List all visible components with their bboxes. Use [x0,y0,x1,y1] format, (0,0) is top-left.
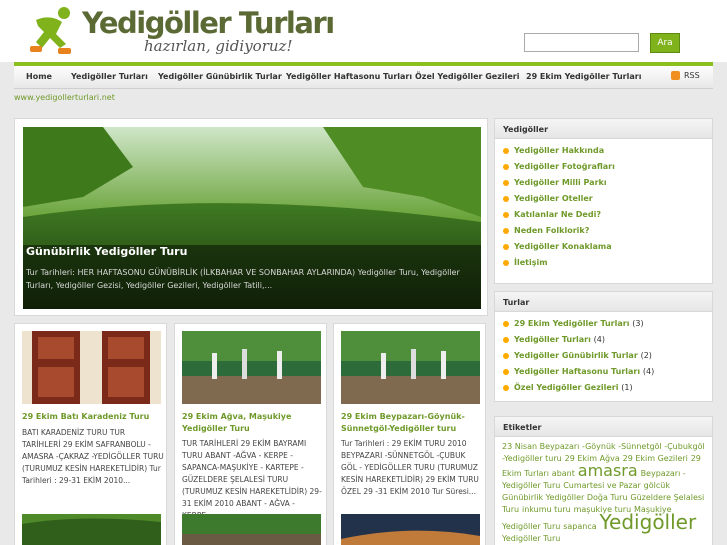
site-logo[interactable]: Yedigöller Turları hazırlan, gidiyoruz! [24,2,335,60]
bullet-icon [503,164,509,170]
nav-gunubirlik[interactable]: Yedigöller Günübirlik Turlar [158,72,282,81]
main-nav: Home Yedigöller Turları Yedigöller Günüb… [14,62,713,89]
tag-link[interactable]: abant [552,469,575,478]
sidebar-box-etiketler: Etiketler 23 Nisan Beypazarı -Göynük -Sü… [494,416,713,545]
rss-icon[interactable] [671,71,680,80]
site-url[interactable]: www.yedigollerturlari.net [14,93,115,102]
category-link[interactable]: Yedigöller Turları (4) [503,332,712,348]
post-title[interactable]: 29 Ekim Batı Karadeniz Turu [22,411,164,423]
bullet-icon [503,212,509,218]
bullet-icon [503,369,509,375]
bullet-icon [503,321,509,327]
nav-yedigoller-turlari[interactable]: Yedigöller Turları [71,72,148,81]
post-excerpt: Tur Tarihleri : 29 EKİM TURU 2010 BEYPAZ… [341,439,479,496]
sidebar-link[interactable]: Katılanlar Ne Dedi? [503,207,712,223]
post-excerpt: BATI KARADENİZ TURU TUR TARİHLERİ 29 EKİ… [22,428,164,485]
post-card[interactable]: 29 Ekim Ağva, Maşukiye Yedigöller Turu T… [174,323,327,545]
featured-post[interactable]: Günübirlik Yedigöller Turu Tur Tarihleri… [14,118,488,316]
bullet-icon [503,180,509,186]
post-title[interactable]: 29 Ekim Beypazarı-Göynük-Sünnetgöl-Yedig… [341,411,483,435]
brand-slogan: hazırlan, gidiyoruz! [144,37,293,55]
tag-link[interactable]: gölcük [644,481,670,490]
post-image[interactable] [22,331,161,404]
tag-link[interactable]: amasra [578,461,638,480]
sidebar-link[interactable]: Yedigöller Fotoğrafları [503,159,712,175]
post-image[interactable] [182,331,321,404]
bullet-icon [503,196,509,202]
sidebar-link[interactable]: Yedigöller Milli Parkı [503,175,712,191]
sidebar-box-title: Yedigöller [495,119,712,139]
runner-logo-icon [30,7,71,54]
sidebar-box-yedigoller: Yedigöller Yedigöller Hakkında Yedigölle… [494,118,713,284]
category-link[interactable]: Yedigöller Günübirlik Turlar (2) [503,348,712,364]
bullet-icon [503,228,509,234]
brand-name: Yedigöller Turları [82,6,335,40]
nav-home[interactable]: Home [26,72,52,81]
post-image-next[interactable] [341,514,480,545]
category-link[interactable]: Yedigöller Haftasonu Turları (4) [503,364,712,380]
sidebar-box-title: Etiketler [495,417,712,437]
bullet-icon [503,337,509,343]
bullet-icon [503,148,509,154]
featured-title[interactable]: Günübirlik Yedigöller Turu [26,245,187,258]
nav-29-ekim[interactable]: 29 Ekim Yedigöller Turları [526,72,641,81]
featured-desc: Tur Tarihleri: HER HAFTASONU GÜNÜBİRLİK … [26,268,460,290]
post-title[interactable]: 29 Ekim Ağva, Maşukiye Yedigöller Turu [182,411,324,435]
sidebar-link[interactable]: Yedigöller Konaklama [503,239,712,255]
sidebar-box-title: Turlar [495,292,712,312]
sidebar-link[interactable]: İletişim [503,255,712,271]
tag-link[interactable]: sapanca [563,522,596,531]
post-image[interactable] [341,331,480,404]
sidebar-link[interactable]: Yedigöller Oteller [503,191,712,207]
category-link[interactable]: Özel Yedigöller Gezileri (1) [503,380,712,396]
search-button[interactable]: Ara [650,33,680,53]
rss-link[interactable]: RSS [684,71,700,80]
post-card[interactable]: 29 Ekim Beypazarı-Göynük-Sünnetgöl-Yedig… [333,323,486,545]
post-image-next[interactable] [22,514,161,545]
tag-cloud: 23 Nisan Beypazarı -Göynük -Sünnetgöl -Ç… [495,437,712,545]
bullet-icon [503,385,509,391]
tag-link[interactable]: Yedigöller [600,510,697,534]
nav-ozel-geziler[interactable]: Özel Yedigöller Gezileri [415,72,519,81]
post-image-next[interactable] [182,514,321,545]
site-header: Yedigöller Turları hazırlan, gidiyoruz! … [0,0,727,62]
post-card[interactable]: 29 Ekim Batı Karadeniz Turu BATI KARADEN… [14,323,167,545]
tag-link[interactable]: inkumu turu [522,505,571,514]
tag-link[interactable]: Yedigöller Turu [502,534,560,543]
sidebar-link[interactable]: Yedigöller Hakkında [503,143,712,159]
tag-link[interactable]: Günübirlik Yedigöller Doğa Turu [502,493,628,502]
bullet-icon [503,244,509,250]
search-input[interactable] [524,33,639,52]
bullet-icon [503,353,509,359]
nav-haftasonu[interactable]: Yedigöller Haftasonu Turları [286,72,412,81]
bullet-icon [503,260,509,266]
post-excerpt: TUR TARİHLERİ 29 EKİM BAYRAMI TURU ABANT… [182,439,322,520]
sidebar-box-turlar: Turlar 29 Ekim Yedigöller Turları (3) Ye… [494,291,713,402]
category-link[interactable]: 29 Ekim Yedigöller Turları (3) [503,316,712,332]
tag-link[interactable]: Cumartesi ve Pazar [563,481,641,490]
sidebar-link[interactable]: Neden Folklorik? [503,223,712,239]
